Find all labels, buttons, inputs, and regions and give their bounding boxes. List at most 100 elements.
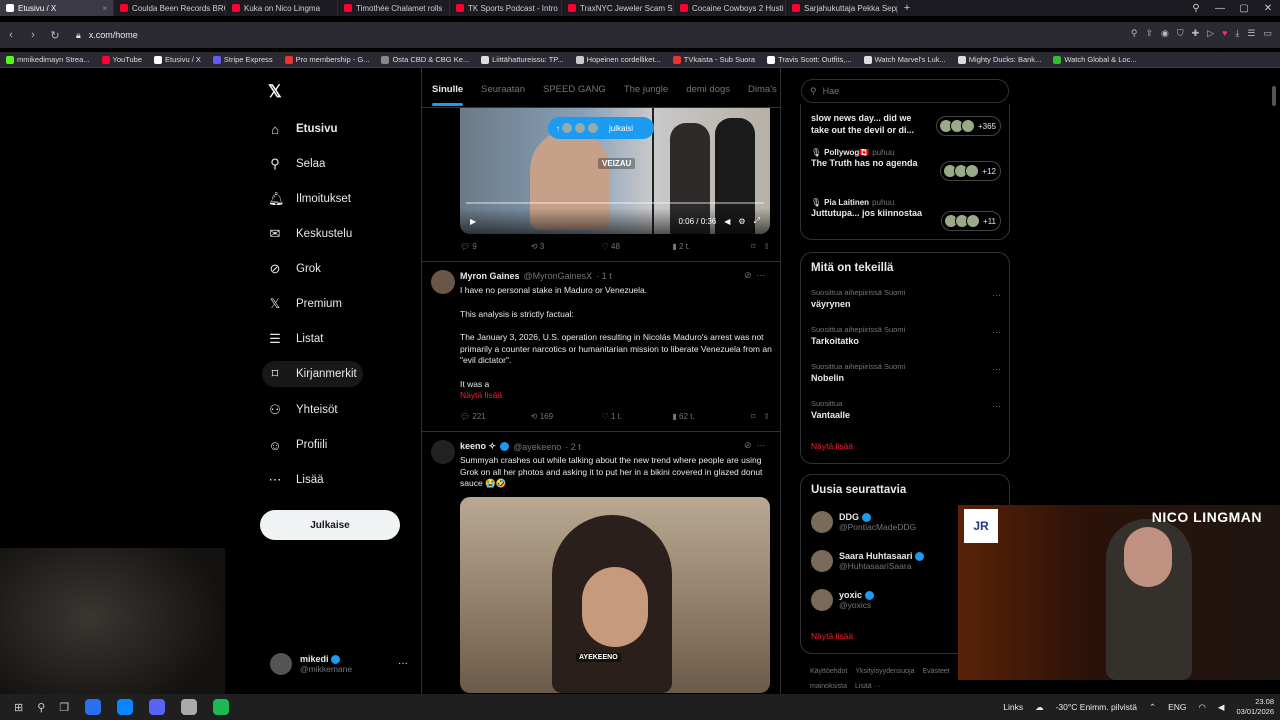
reload-icon[interactable]: ↻ bbox=[44, 29, 66, 42]
extension-icon[interactable]: ✚ bbox=[1192, 28, 1200, 39]
avatar[interactable] bbox=[431, 440, 455, 464]
bookmark-item[interactable]: Watch Global & Loc... bbox=[1053, 55, 1137, 64]
bookmark-item[interactable]: Pro membership - G... bbox=[284, 55, 369, 64]
more-icon[interactable]: ··· bbox=[992, 327, 1001, 337]
taskbar-app-icon[interactable] bbox=[85, 699, 102, 715]
heart-icon[interactable]: ♥ bbox=[1222, 28, 1227, 39]
grok-icon[interactable]: ⊘ bbox=[744, 270, 752, 280]
account-switcher[interactable]: mikedi @mikkemane bbox=[270, 653, 352, 675]
more-icon[interactable]: ··· bbox=[757, 270, 766, 280]
footer-link[interactable]: Lisää ··· bbox=[855, 683, 881, 690]
browser-tab[interactable]: Coulda Been Records BRO bbox=[114, 0, 226, 16]
wallet-icon[interactable]: ▭ bbox=[1263, 28, 1272, 39]
volume-icon[interactable]: ◀︎ bbox=[724, 217, 730, 226]
post-button[interactable]: Julkaise bbox=[260, 510, 400, 540]
nav-item-premium[interactable]: 𝕏 Premium bbox=[262, 291, 348, 317]
follow-suggestion[interactable]: Saara Huhtasaari @HuhtasaariSaara bbox=[811, 550, 925, 572]
share-icon[interactable]: ⇪ bbox=[763, 242, 770, 251]
weather-text[interactable]: -30°C Enimm. pilvistä bbox=[1056, 702, 1137, 712]
more-icon[interactable]: ··· bbox=[992, 364, 1001, 374]
footer-link[interactable]: Evästeet bbox=[923, 668, 950, 675]
show-more-link[interactable]: Näytä lisää bbox=[811, 441, 853, 451]
settings-icon[interactable]: ⚙ bbox=[738, 217, 745, 226]
fullscreen-icon[interactable]: ⤢ bbox=[754, 216, 760, 226]
nav-item-selaa[interactable]: ⚲ Selaa bbox=[262, 151, 331, 177]
more-icon[interactable]: ··· bbox=[398, 658, 408, 669]
nav-item-profiili[interactable]: ☺ Profiili bbox=[262, 432, 333, 458]
bookmark-item[interactable]: Travis Scott: Outfits,... bbox=[767, 55, 852, 64]
bookmark-item[interactable]: Watch Marvel's Luk... bbox=[863, 55, 946, 64]
trend-item[interactable]: Suosittua aihepiirissä Suomi Tarkoitatko ·… bbox=[811, 325, 1001, 346]
nav-item-yhteisöt[interactable]: ⚇ Yhteisöt bbox=[262, 397, 344, 423]
footer-link[interactable]: Käyttöehdot bbox=[810, 668, 847, 675]
bookmark-item[interactable]: Etusivu / X bbox=[154, 55, 201, 64]
wifi-icon[interactable]: ◠ bbox=[1198, 702, 1205, 713]
trend-item[interactable]: Suosittua aihepiirissä Suomi väyrynen ··· bbox=[811, 288, 1001, 309]
feed-tab[interactable]: Seuraatan bbox=[481, 84, 525, 95]
share-icon[interactable]: ⇪ bbox=[763, 412, 770, 421]
nav-item-ilmoitukset[interactable]: 🔔︎ Ilmoitukset bbox=[262, 186, 357, 212]
live-space[interactable]: 🎙︎ Pia Laitinen puhuu Juttutupa... jos kiin… bbox=[811, 198, 1001, 231]
post-video[interactable]: AYEKEENO bbox=[460, 497, 770, 693]
show-more-link[interactable]: Näytä lisää bbox=[811, 631, 853, 641]
back-icon[interactable]: ‹ bbox=[0, 29, 22, 41]
bookmark-item[interactable]: TVkaista - Sub Suora bbox=[672, 55, 755, 64]
more-icon[interactable]: ··· bbox=[992, 290, 1001, 300]
bookmark-item[interactable]: Hopeinen cordelliket... bbox=[575, 55, 661, 64]
nav-item-etusivu[interactable]: ⌂ Etusivu bbox=[262, 116, 344, 142]
share-icon[interactable]: ⇪ bbox=[1145, 28, 1153, 39]
nav-item-keskustelu[interactable]: ✉ Keskustelu bbox=[262, 221, 358, 247]
minimize-icon[interactable]: — bbox=[1208, 3, 1232, 14]
trend-item[interactable]: Suosittua Vantaalle ··· bbox=[811, 399, 1001, 420]
start-icon[interactable]: ⊞ bbox=[14, 701, 23, 714]
links-label[interactable]: Links bbox=[1003, 702, 1023, 712]
avatar[interactable] bbox=[431, 270, 455, 294]
repost-button[interactable]: ⟲ 3 bbox=[531, 242, 602, 251]
task-view-icon[interactable]: ❐ bbox=[59, 701, 69, 714]
show-more-link[interactable]: Näytä lisää bbox=[460, 390, 772, 402]
search-icon[interactable]: ⚲ bbox=[1184, 3, 1208, 14]
author-handle[interactable]: @ayekeeno bbox=[513, 442, 561, 452]
nav-item-kirjanmerkit[interactable]: ⌑ Kirjanmerkit bbox=[262, 361, 363, 387]
bookmark-item[interactable]: Liittähattureissu: TP... bbox=[481, 55, 564, 64]
language-indicator[interactable]: ENG bbox=[1168, 702, 1186, 712]
nav-item-lisää[interactable]: ⋯ Lisää bbox=[262, 467, 330, 493]
new-tab-icon[interactable]: + bbox=[898, 2, 916, 14]
like-button[interactable]: ♡ 48 bbox=[602, 242, 673, 251]
scrollbar[interactable] bbox=[1272, 86, 1276, 106]
taskbar-app-icon[interactable] bbox=[149, 699, 166, 715]
taskbar-app-icon[interactable] bbox=[181, 699, 198, 715]
clock[interactable]: 23.08 03/01/2026 bbox=[1236, 697, 1274, 717]
reply-button[interactable]: 💬︎ 9 bbox=[460, 242, 531, 251]
speaker-icon[interactable]: ◀︎ bbox=[1218, 702, 1225, 713]
search-input[interactable]: ⚲ Hae bbox=[801, 79, 1009, 103]
feed-tab[interactable]: Sinulle bbox=[432, 84, 464, 106]
browser-tab[interactable]: Cocaine Cowboys 2 Husti bbox=[674, 0, 786, 16]
bookmark-icon[interactable]: ⌑ bbox=[751, 412, 755, 421]
author-name[interactable]: keeno ✧ bbox=[460, 441, 496, 452]
search-icon[interactable]: ⚲ bbox=[37, 701, 45, 714]
trend-item[interactable]: Suosittua aihepiirissä Suomi Nobelin ··· bbox=[811, 362, 1001, 383]
browser-tab[interactable]: TK Sports Podcast - Intro bbox=[450, 0, 562, 16]
views-button[interactable]: ▮ 2 t. bbox=[672, 242, 743, 251]
shield-icon[interactable]: ⛉ bbox=[1177, 28, 1184, 39]
bookmark-item[interactable]: Stripe Express bbox=[212, 55, 273, 64]
browser-tab[interactable]: Kuka on Nico Lingma bbox=[226, 0, 338, 16]
close-icon[interactable]: ✕ bbox=[1256, 3, 1280, 14]
download-icon[interactable]: ⤓ bbox=[1235, 28, 1239, 39]
repost-button[interactable]: ⟲ 169 bbox=[531, 412, 602, 421]
nav-item-grok[interactable]: ⊘ Grok bbox=[262, 256, 327, 282]
author-handle[interactable]: @MyronGainesX bbox=[524, 271, 593, 281]
bookmark-icon[interactable]: ⌑ bbox=[751, 242, 755, 251]
maximize-icon[interactable]: ▢ bbox=[1232, 3, 1256, 14]
browser-tab[interactable]: TraxNYC Jeweler Scam Sit bbox=[562, 0, 674, 16]
more-icon[interactable]: ··· bbox=[992, 401, 1001, 411]
zoom-icon[interactable]: ⚲ bbox=[1131, 28, 1138, 39]
like-button[interactable]: ♡ 1 t. bbox=[602, 412, 673, 421]
play-icon[interactable]: ▶ bbox=[470, 217, 476, 226]
taskbar-app-icon[interactable] bbox=[213, 699, 230, 715]
chevron-up-icon[interactable]: ⌃ bbox=[1149, 702, 1156, 713]
url-field[interactable]: 🔒︎ x.com/home bbox=[76, 30, 138, 41]
author-name[interactable]: Myron Gaines bbox=[460, 271, 520, 281]
menu-icon[interactable]: ☰ bbox=[1247, 28, 1255, 39]
